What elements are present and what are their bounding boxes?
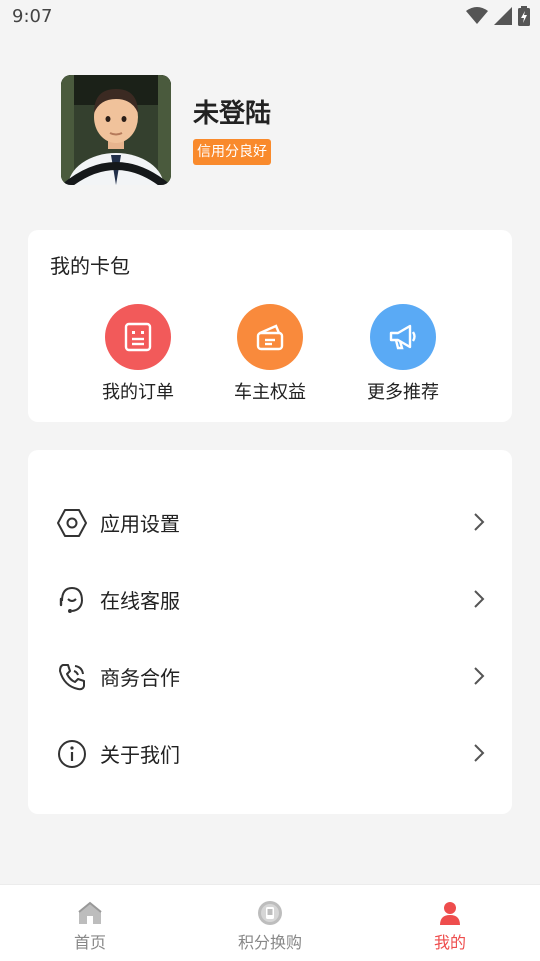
- tab-home[interactable]: 首页: [30, 885, 150, 961]
- status-icons: [466, 6, 530, 26]
- order-icon: [124, 322, 152, 352]
- avatar[interactable]: [61, 75, 171, 185]
- wallet-icon-circle[interactable]: [237, 304, 303, 370]
- menu-label-about: 关于我们: [100, 743, 180, 767]
- user-name[interactable]: 未登陆: [193, 93, 271, 130]
- menu-label-settings: 应用设置: [100, 512, 180, 536]
- order-icon-circle[interactable]: [105, 304, 171, 370]
- status-time: 9:07: [12, 6, 53, 27]
- chevron-right-icon: [474, 744, 485, 762]
- battery-icon: [518, 6, 530, 26]
- user-icon: [440, 902, 460, 925]
- wallet-label-more: 更多推荐: [367, 382, 439, 403]
- tab-label-home: 首页: [73, 933, 106, 952]
- customer-service-icon: [59, 586, 83, 613]
- wallet-label-orders: 我的订单: [102, 382, 174, 403]
- wallet-icon: [256, 324, 284, 351]
- tab-label-points: 积分换购: [237, 933, 302, 952]
- wifi-icon: [466, 7, 488, 24]
- status-bar: 9:07: [0, 0, 540, 34]
- tab-label-mine: 我的: [433, 933, 466, 952]
- wallet-item-benefits[interactable]: 车主权益: [215, 304, 325, 404]
- menu-label-business: 商务合作: [100, 666, 180, 690]
- tab-points[interactable]: 积分换购: [210, 885, 330, 961]
- tab-mine[interactable]: 我的: [390, 885, 510, 961]
- wallet-label-benefits: 车主权益: [234, 382, 306, 403]
- menu-item-settings[interactable]: 应用设置: [28, 494, 512, 550]
- info-icon: [58, 740, 86, 768]
- avatar-illustration: [61, 75, 171, 185]
- wallet-item-orders[interactable]: 我的订单: [83, 304, 193, 404]
- chevron-right-icon: [474, 513, 485, 531]
- megaphone-icon: [389, 324, 416, 350]
- home-icon: [78, 901, 102, 924]
- megaphone-icon-circle[interactable]: [370, 304, 436, 370]
- chevron-right-icon: [474, 667, 485, 685]
- wallet-item-more[interactable]: 更多推荐: [348, 304, 458, 404]
- menu-label-customer-service: 在线客服: [100, 589, 180, 613]
- bottom-tab-bar: 首页 积分换购 我的: [0, 884, 540, 961]
- points-icon: [258, 901, 282, 925]
- menu-item-business[interactable]: 商务合作: [28, 648, 512, 704]
- menu-item-customer-service[interactable]: 在线客服: [28, 571, 512, 627]
- wallet-title: 我的卡包: [50, 254, 130, 278]
- menu-item-about[interactable]: 关于我们: [28, 725, 512, 781]
- chevron-right-icon: [474, 590, 485, 608]
- profile-section[interactable]: 未登陆 信用分良好: [61, 75, 501, 187]
- phone-icon: [59, 664, 85, 691]
- wallet-card: 我的卡包 我的订单 车主权益 更多推荐: [28, 230, 512, 422]
- menu-card: 应用设置 在线客服 商务合作 关于我们: [28, 450, 512, 814]
- signal-icon: [494, 7, 512, 25]
- credit-badge: 信用分良好: [193, 139, 271, 165]
- settings-hex-icon: [57, 509, 87, 537]
